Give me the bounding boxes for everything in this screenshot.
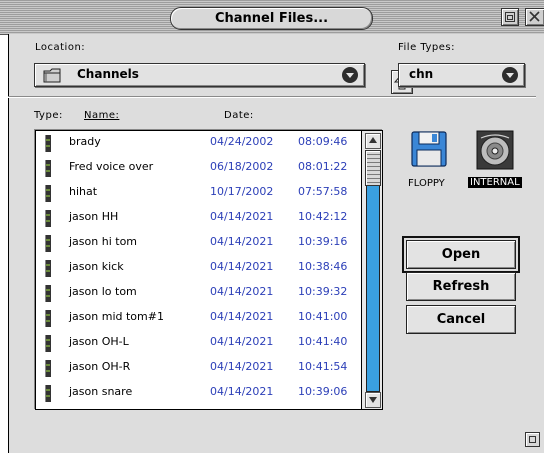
file-row[interactable]: jason HH 04/14/2021 10:42:12 <box>36 206 362 231</box>
file-time: 10:38:46 <box>298 260 348 273</box>
file-date: 10/17/2002 <box>210 185 274 198</box>
file-name: jason OH-L <box>69 335 129 348</box>
close-x-icon <box>529 11 540 22</box>
file-time: 10:39:32 <box>298 285 348 298</box>
resize-grow-box-icon[interactable] <box>525 432 540 447</box>
file-row[interactable]: Fred voice over 06/18/2002 08:01:22 <box>36 156 362 181</box>
channel-file-icon <box>45 135 51 152</box>
location-popup[interactable]: Channels <box>34 63 365 87</box>
file-name: jason mid tom#1 <box>69 310 164 323</box>
refresh-button[interactable]: Refresh <box>406 272 516 301</box>
file-row[interactable]: jason OH-L 04/14/2021 10:41:40 <box>36 331 362 356</box>
channel-files-dialog: Channel Files... Location: Channels File… <box>0 0 544 453</box>
file-time: 10:41:54 <box>298 360 348 373</box>
name-column-header[interactable]: Name: <box>84 110 119 121</box>
file-row[interactable]: jason lo tom 04/14/2021 10:39:32 <box>36 281 362 306</box>
file-name: brady <box>69 135 101 148</box>
file-row[interactable]: jason mid tom#1 04/14/2021 10:41:00 <box>36 306 362 331</box>
title-bar[interactable]: Channel Files... <box>0 0 544 35</box>
file-row[interactable]: jason snare 04/14/2021 10:39:06 <box>36 381 362 406</box>
file-types-value: chn <box>409 67 434 81</box>
file-name: hihat <box>69 185 98 198</box>
chevron-down-icon <box>342 67 358 83</box>
channel-file-icon <box>45 235 51 252</box>
channel-file-icon <box>45 285 51 302</box>
file-row[interactable]: jason hi tom 04/14/2021 10:39:16 <box>36 231 362 256</box>
cancel-button[interactable]: Cancel <box>406 305 516 334</box>
file-row[interactable]: jason kick 04/14/2021 10:38:46 <box>36 256 362 281</box>
file-name: jason hi tom <box>69 235 138 248</box>
file-date: 04/14/2021 <box>210 285 274 298</box>
file-time: 07:57:58 <box>298 185 348 198</box>
file-row[interactable]: jason OH-R 04/14/2021 10:41:54 <box>36 356 362 381</box>
chevron-down-icon <box>502 67 518 83</box>
file-date: 06/18/2002 <box>210 160 274 173</box>
file-name: Fred voice over <box>69 160 154 173</box>
file-name: jason kick <box>69 260 124 273</box>
date-column-header[interactable]: Date: <box>224 110 254 121</box>
open-button[interactable]: Open <box>402 236 520 273</box>
file-date: 04/14/2021 <box>210 385 274 398</box>
channel-file-icon <box>45 360 51 377</box>
type-column-header[interactable]: Type: <box>34 110 63 121</box>
file-types-popup[interactable]: chn <box>398 63 525 87</box>
file-time: 10:42:12 <box>298 210 348 223</box>
scroll-thumb[interactable] <box>365 150 381 186</box>
folder-icon <box>43 68 61 83</box>
floppy-device[interactable] <box>410 130 448 172</box>
file-date: 04/14/2021 <box>210 360 274 373</box>
file-time: 10:39:06 <box>298 385 348 398</box>
file-row[interactable]: hihat 10/17/2002 07:57:58 <box>36 181 362 206</box>
file-time: 08:09:46 <box>298 135 348 148</box>
file-name: jason OH-R <box>69 360 131 373</box>
channel-file-icon <box>45 310 51 327</box>
internal-device[interactable] <box>476 130 514 174</box>
file-date: 04/14/2021 <box>210 210 274 223</box>
hard-disk-icon <box>476 130 514 170</box>
file-name: jason lo tom <box>69 285 137 298</box>
floppy-label[interactable]: FLOPPY <box>408 178 445 189</box>
file-types-label: File Types: <box>398 42 455 53</box>
file-time: 10:39:16 <box>298 235 348 248</box>
file-time: 10:41:00 <box>298 310 348 323</box>
location-label: Location: <box>35 42 86 53</box>
file-list-scrollbar[interactable] <box>361 131 382 409</box>
collapse-box-icon[interactable] <box>501 8 519 26</box>
divider <box>8 96 536 98</box>
channel-file-icon <box>45 160 51 177</box>
file-date: 04/14/2021 <box>210 235 274 248</box>
floppy-disk-icon <box>411 131 447 167</box>
channel-file-icon <box>45 185 51 202</box>
scroll-down-arrow-icon[interactable] <box>365 392 381 408</box>
window-title: Channel Files... <box>170 7 373 30</box>
channel-file-icon <box>45 260 51 277</box>
scroll-track[interactable] <box>366 150 380 392</box>
file-date: 04/14/2021 <box>210 335 274 348</box>
location-value: Channels <box>77 67 139 81</box>
file-date: 04/24/2002 <box>210 135 274 148</box>
file-list[interactable]: brady 04/24/2002 08:09:46 Fred voice ove… <box>35 130 383 410</box>
channel-file-icon <box>45 335 51 352</box>
file-time: 10:41:40 <box>298 335 348 348</box>
channel-file-icon <box>45 385 51 402</box>
internal-label[interactable]: INTERNAL <box>468 177 522 188</box>
channel-file-icon <box>45 210 51 227</box>
scroll-up-arrow-icon[interactable] <box>365 133 381 149</box>
file-row[interactable]: brady 04/24/2002 08:09:46 <box>36 131 362 156</box>
close-box-icon[interactable] <box>525 8 544 26</box>
file-name: jason HH <box>69 210 119 223</box>
file-date: 04/14/2021 <box>210 260 274 273</box>
file-date: 04/14/2021 <box>210 310 274 323</box>
file-name: jason snare <box>69 385 133 398</box>
file-time: 08:01:22 <box>298 160 348 173</box>
